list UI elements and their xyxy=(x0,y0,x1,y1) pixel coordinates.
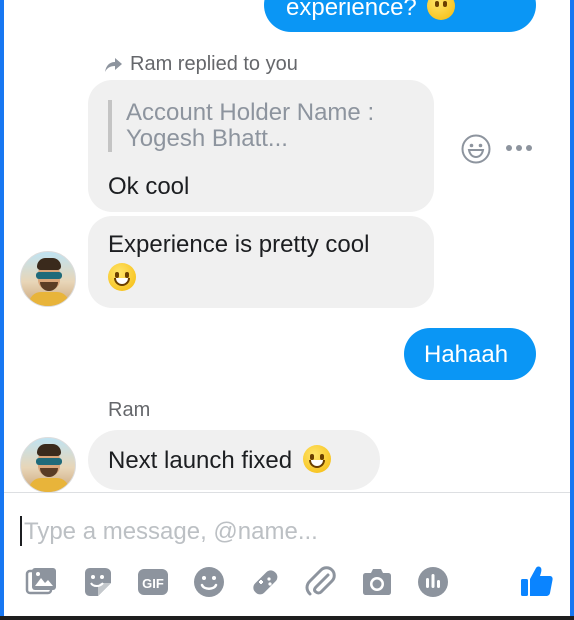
game-icon[interactable] xyxy=(248,565,282,599)
camera-icon[interactable] xyxy=(360,565,394,599)
gif-label: GIF xyxy=(142,576,164,591)
reply-text: Ok cool xyxy=(108,173,190,200)
avatar[interactable] xyxy=(20,437,76,493)
reply-arrow-icon xyxy=(105,57,122,72)
photo-icon[interactable] xyxy=(24,565,58,599)
smile-emoji-icon xyxy=(427,0,456,20)
reply-header: Ram replied to you xyxy=(104,53,298,76)
attachment-icon[interactable] xyxy=(304,565,338,599)
quoted-message: Account Holder Name : Yogesh Bhatt... xyxy=(108,100,434,152)
reply-header-text: Ram replied to you xyxy=(130,53,298,75)
message-text: Next launch fixed xyxy=(108,447,293,474)
emoji-icon[interactable] xyxy=(192,565,226,599)
like-icon[interactable] xyxy=(518,562,556,600)
react-emoji-icon[interactable] xyxy=(460,133,492,165)
composer-divider xyxy=(4,492,570,493)
more-options-icon[interactable] xyxy=(504,140,534,156)
message-text: Hahaah xyxy=(424,341,509,368)
quoted-line-1: Account Holder Name : xyxy=(126,99,375,126)
avatar[interactable] xyxy=(20,251,76,307)
window-bottom-edge xyxy=(0,616,574,620)
reply-message[interactable]: Account Holder Name : Yogesh Bhatt... Ok… xyxy=(88,80,434,212)
sweat-smile-emoji-icon xyxy=(302,445,331,473)
grin-emoji-icon xyxy=(108,263,136,291)
text-cursor xyxy=(20,516,22,546)
gif-icon[interactable]: GIF xyxy=(136,565,170,599)
audio-icon[interactable] xyxy=(416,565,450,599)
sent-message[interactable]: Hahaah xyxy=(404,328,536,380)
message-text: experience? xyxy=(286,0,417,21)
incoming-message[interactable]: Experience is pretty cool xyxy=(88,216,434,308)
sticker-icon[interactable] xyxy=(80,565,114,599)
incoming-message[interactable]: Next launch fixed xyxy=(88,430,380,490)
sender-name: Ram xyxy=(108,399,151,421)
message-text: Experience is pretty cool xyxy=(108,231,370,258)
quoted-line-2: Yogesh Bhatt... xyxy=(126,125,288,152)
chat-panel: experience? Ram replied to you Account H… xyxy=(4,0,570,616)
message-input[interactable]: Type a message, @name... xyxy=(20,512,550,548)
sent-message-top[interactable]: experience? xyxy=(264,0,536,32)
message-placeholder: Type a message, @name... xyxy=(24,518,318,545)
